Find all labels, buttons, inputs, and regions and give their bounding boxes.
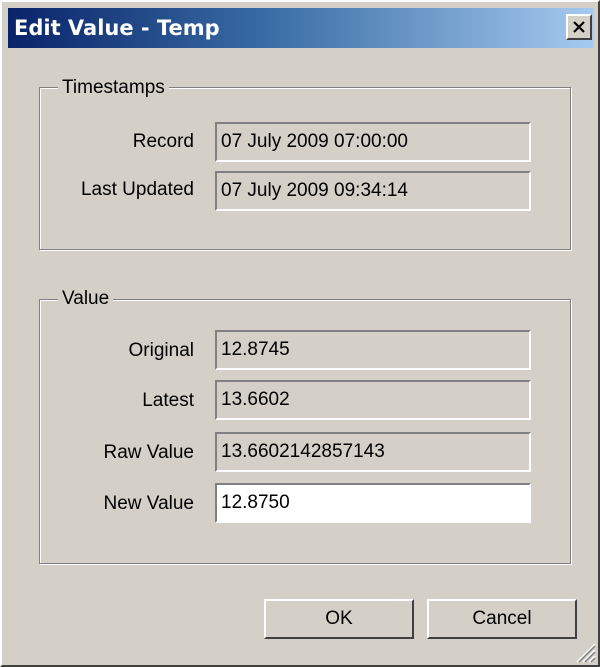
new-value-label: New Value: [103, 493, 194, 514]
close-icon: [573, 21, 585, 33]
latest-label: Latest: [142, 390, 194, 411]
record-label: Record: [132, 131, 194, 152]
title-bar[interactable]: Edit Value - Temp: [8, 8, 594, 48]
cancel-button[interactable]: Cancel: [427, 599, 577, 639]
last-updated-label: Last Updated: [80, 179, 194, 200]
window-title: Edit Value - Temp: [14, 16, 220, 40]
close-button[interactable]: [566, 14, 592, 40]
latest-field[interactable]: [215, 380, 531, 420]
value-legend: Value: [58, 288, 114, 310]
edit-value-dialog: Edit Value - Temp Timestamps Record Last…: [0, 0, 600, 667]
record-field[interactable]: [215, 122, 531, 162]
raw-value-field[interactable]: [215, 432, 531, 472]
last-updated-field[interactable]: [215, 171, 531, 211]
raw-value-label: Raw Value: [103, 442, 194, 463]
timestamps-group: [39, 87, 571, 250]
original-label: Original: [128, 340, 194, 361]
ok-button[interactable]: OK: [264, 599, 414, 639]
timestamps-legend: Timestamps: [58, 77, 169, 99]
resize-grip-icon[interactable]: [574, 641, 596, 663]
original-field[interactable]: [215, 330, 531, 370]
new-value-input[interactable]: [215, 483, 531, 523]
